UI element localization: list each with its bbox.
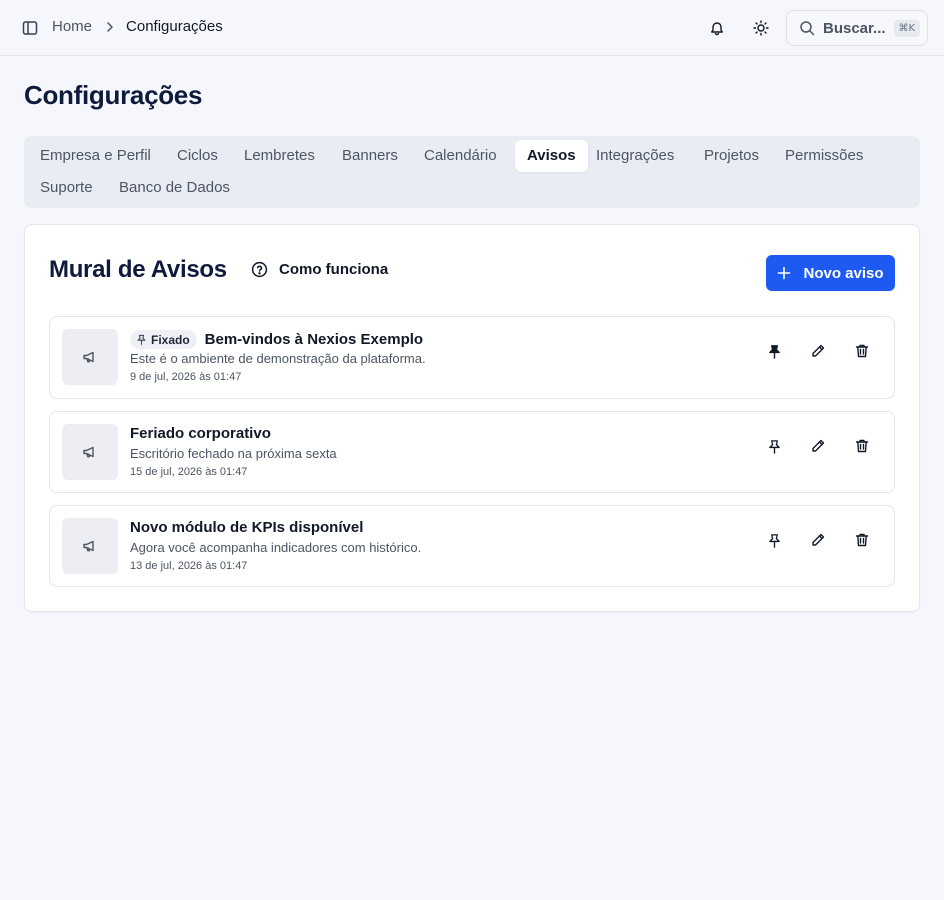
pin-icon bbox=[767, 439, 782, 454]
notice-header: Novo módulo de KPIs disponível bbox=[130, 519, 363, 536]
page-title: Configurações bbox=[24, 80, 203, 110]
notice-title: Novo módulo de KPIs disponível bbox=[130, 519, 364, 536]
notice-date: 13 de jul, 2026 às 01:47 bbox=[130, 560, 248, 572]
pinned-badge: Fixado bbox=[130, 330, 197, 349]
chevron-right-icon bbox=[106, 21, 114, 32]
sidebar-toggle-icon[interactable] bbox=[20, 18, 40, 38]
bell-icon bbox=[709, 20, 725, 36]
tab-suporte[interactable]: Suporte bbox=[28, 172, 105, 204]
notice-title: Bem-vindos à Nexios Exemplo bbox=[204, 331, 424, 348]
pin-button[interactable] bbox=[760, 526, 788, 554]
notice-description: Agora você acompanha indicadores com his… bbox=[130, 540, 422, 555]
edit-button[interactable] bbox=[804, 432, 832, 460]
sun-icon bbox=[753, 20, 769, 36]
megaphone-icon bbox=[82, 538, 98, 554]
notice-board-card: Mural de Avisos Como funciona Novo aviso bbox=[24, 224, 920, 612]
megaphone-icon bbox=[82, 444, 98, 460]
notice-item: Feriado corporativo Escritório fechado n… bbox=[49, 411, 895, 493]
tab-calendario[interactable]: Calendário bbox=[412, 140, 509, 172]
tab-empresa-e-perfil[interactable]: Empresa e Perfil bbox=[28, 140, 163, 172]
trash-icon bbox=[854, 438, 870, 454]
search-icon bbox=[799, 20, 815, 36]
notifications-button[interactable] bbox=[701, 12, 733, 44]
settings-tabs: Empresa e Perfil Ciclos Lembretes Banner… bbox=[24, 136, 920, 208]
search-button[interactable]: Buscar... ⌘K bbox=[786, 10, 928, 46]
pin-icon bbox=[767, 533, 782, 548]
notice-description: Este é o ambiente de demonstração da pla… bbox=[130, 351, 426, 366]
pin-filled-icon bbox=[767, 344, 782, 359]
top-bar: Home Configurações Buscar... ⌘K bbox=[0, 0, 944, 56]
breadcrumb-current: Configurações bbox=[126, 18, 223, 35]
delete-button[interactable] bbox=[848, 526, 876, 554]
pencil-icon bbox=[810, 532, 826, 548]
notice-date: 15 de jul, 2026 às 01:47 bbox=[130, 466, 248, 478]
tab-avisos[interactable]: Avisos bbox=[515, 140, 588, 172]
help-circle-icon bbox=[251, 261, 268, 278]
notice-header: Feriado corporativo bbox=[130, 425, 271, 442]
edit-button[interactable] bbox=[804, 337, 832, 365]
notice-thumbnail bbox=[62, 329, 118, 385]
board-title: Mural de Avisos bbox=[49, 256, 227, 283]
search-shortcut-badge: ⌘K bbox=[893, 19, 921, 37]
notice-thumbnail bbox=[62, 424, 118, 480]
tab-ciclos[interactable]: Ciclos bbox=[165, 140, 230, 172]
notice-header: Fixado Bem-vindos à Nexios Exemplo bbox=[130, 330, 423, 349]
notice-description: Escritório fechado na próxima sexta bbox=[130, 446, 337, 461]
tab-lembretes[interactable]: Lembretes bbox=[232, 140, 327, 172]
notice-item: Novo módulo de KPIs disponível Agora voc… bbox=[49, 505, 895, 587]
unpin-button[interactable] bbox=[760, 337, 788, 365]
delete-button[interactable] bbox=[848, 432, 876, 460]
plus-icon bbox=[777, 266, 791, 280]
edit-button[interactable] bbox=[804, 526, 832, 554]
notice-date: 9 de jul, 2026 às 01:47 bbox=[130, 371, 242, 383]
megaphone-icon bbox=[82, 349, 98, 365]
delete-button[interactable] bbox=[848, 337, 876, 365]
theme-toggle-button[interactable] bbox=[745, 12, 777, 44]
pencil-icon bbox=[810, 343, 826, 359]
new-notice-label: Novo aviso bbox=[803, 264, 884, 282]
notice-thumbnail bbox=[62, 518, 118, 574]
tab-projetos[interactable]: Projetos bbox=[692, 140, 771, 172]
how-it-works-label: Como funciona bbox=[279, 261, 389, 278]
tab-banco-de-dados[interactable]: Banco de Dados bbox=[107, 172, 242, 204]
how-it-works-button[interactable]: Como funciona bbox=[251, 261, 388, 278]
pinned-badge-label: Fixado bbox=[151, 332, 190, 347]
pencil-icon bbox=[810, 438, 826, 454]
trash-icon bbox=[854, 532, 870, 548]
trash-icon bbox=[854, 343, 870, 359]
breadcrumb: Home Configurações bbox=[52, 18, 223, 35]
notice-item: Fixado Bem-vindos à Nexios Exemplo Este … bbox=[49, 316, 895, 399]
tab-permissoes[interactable]: Permissões bbox=[773, 140, 875, 172]
notice-title: Feriado corporativo bbox=[130, 425, 271, 442]
new-notice-button[interactable]: Novo aviso bbox=[766, 255, 895, 291]
pin-icon bbox=[136, 334, 147, 345]
tab-integracoes[interactable]: Integrações bbox=[584, 140, 686, 172]
tab-banners[interactable]: Banners bbox=[330, 140, 410, 172]
breadcrumb-home-link[interactable]: Home bbox=[52, 18, 92, 35]
search-label: Buscar... bbox=[823, 19, 886, 37]
pin-button[interactable] bbox=[760, 432, 788, 460]
